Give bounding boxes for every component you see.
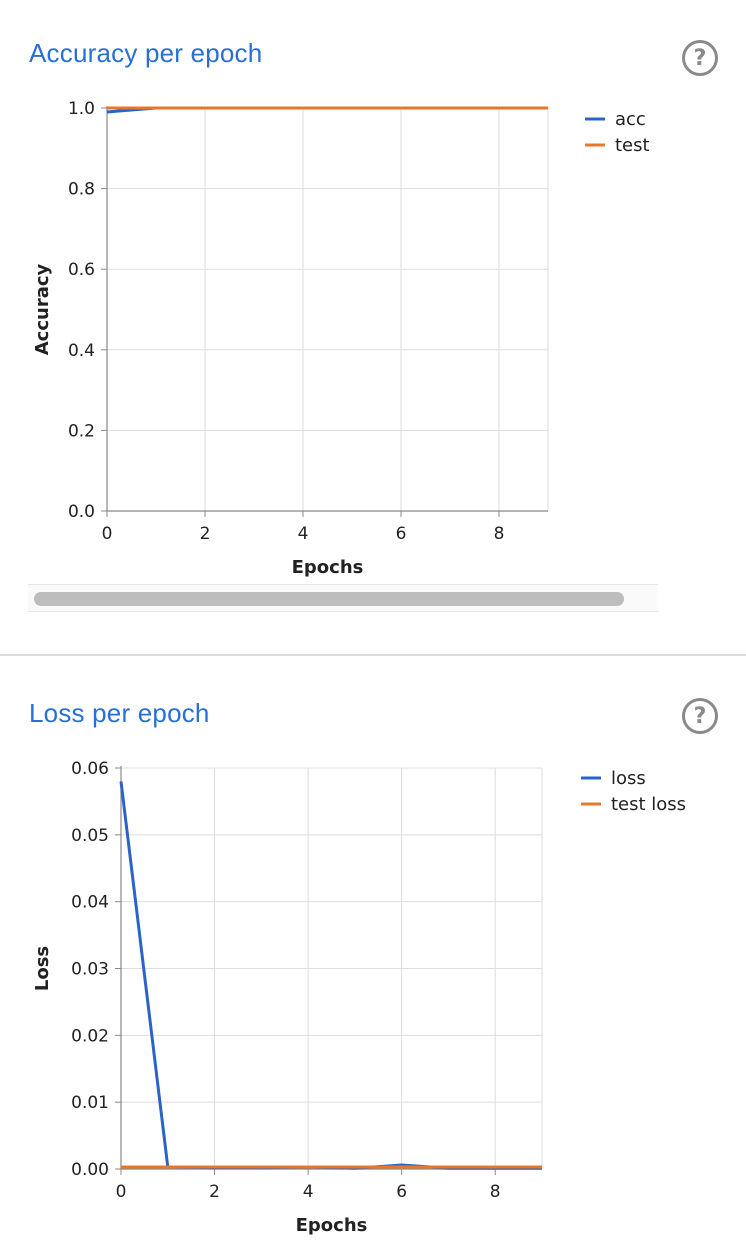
horizontal-scrollbar[interactable] [28,584,658,612]
acc-y-tick-label: 0.4 [68,341,95,361]
loss-y-axis-label: Loss [32,946,53,991]
loss-legend-label: test loss [611,794,686,815]
scrollbar-thumb[interactable] [34,592,624,606]
accuracy-panel: Accuracy per epoch ? 0.0 0.2 0.4 0.6 0.8 1.0 0… [0,0,746,640]
acc-legend-label: acc [615,109,646,130]
loss-x-axis-label: Epochs [296,1215,368,1236]
loss-x-tick-label: 2 [209,1182,220,1202]
loss-y-tick-label: 0.01 [71,1093,109,1113]
acc-x-tick-label: 2 [200,524,211,544]
loss-x-tick-label: 4 [303,1182,314,1202]
loss-y-tick-label: 0.03 [71,960,109,980]
loss-legend-label: loss [611,768,646,789]
loss-x-tick-label: 0 [116,1182,127,1202]
accuracy-chart: 0.0 0.2 0.4 0.6 0.8 1.0 0 2 4 6 8 Epochs Accuracy acc… [32,99,650,578]
acc-x-tick-label: 4 [298,524,309,544]
loss-panel: Loss per epoch ? 0.00 0.01 0.02 0.03 0.04 0.0… [0,656,746,1252]
acc-y-tick-label: 0.8 [68,180,95,200]
loss-x-tick-label: 6 [396,1182,407,1202]
loss-y-tick-label: 0.04 [71,893,109,913]
acc-x-axis-label: Epochs [292,557,364,578]
loss-x-tick-label: 8 [490,1182,501,1202]
acc-y-axis-label: Accuracy [32,263,53,355]
acc-y-tick-label: 0.2 [68,421,95,441]
acc-y-tick-label: 1.0 [68,99,95,119]
loss-y-tick-label: 0.06 [71,759,109,779]
acc-y-tick-label: 0.6 [68,260,95,280]
acc-x-tick-label: 6 [396,524,407,544]
acc-y-tick-label: 0.0 [68,502,95,522]
acc-x-tick-label: 8 [494,524,505,544]
acc-x-tick-label: 0 [102,524,113,544]
loss-y-tick-label: 0.05 [71,826,109,846]
loss-chart: 0.00 0.01 0.02 0.03 0.04 0.05 0.06 0 2 4 6 8 Epochs L… [32,759,686,1236]
loss-y-tick-label: 0.02 [71,1026,109,1046]
acc-legend-label: test [615,135,650,156]
loss-y-tick-label: 0.00 [71,1160,109,1180]
loss-series-line-loss [119,781,542,1170]
